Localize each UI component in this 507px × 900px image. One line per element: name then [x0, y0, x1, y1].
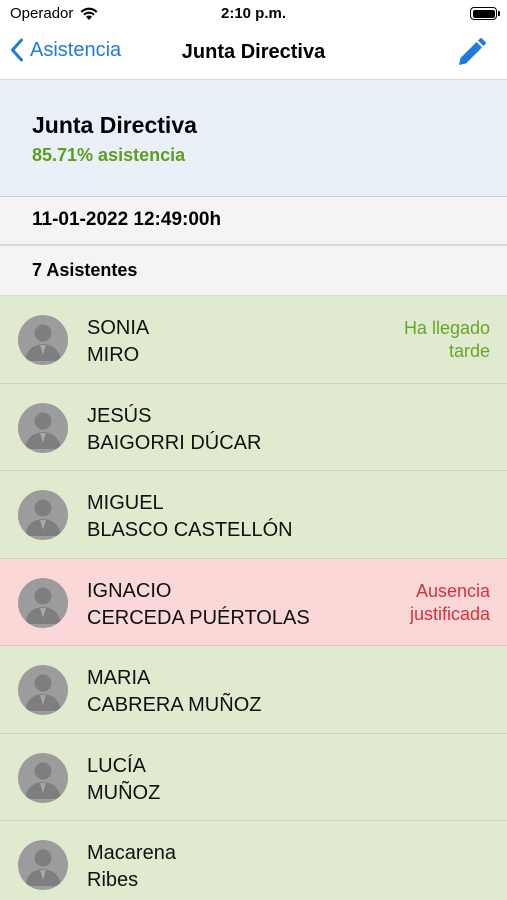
attendance-note-line: tarde — [448, 341, 490, 361]
avatar-placeholder-icon — [18, 752, 68, 803]
navigation-bar: Asistencia Junta Directiva — [0, 28, 507, 78]
status-bar: Operador 2:10 p.m. — [0, 0, 507, 28]
attendee-row[interactable]: Macarena Ribes — [0, 821, 507, 900]
attendee-name: Macarena Ribes — [87, 840, 176, 894]
attendance-note-line: justificada — [409, 603, 490, 624]
status-time: 2:10 p.m. — [220, 5, 287, 22]
attendee-last-name: BLASCO CASTELLÓN — [87, 519, 293, 541]
meeting-title: Junta Directiva — [32, 112, 197, 138]
meeting-datetime: 11-01-2022 12:49:00h — [0, 197, 507, 246]
attendee-row[interactable]: JESÚS BAIGORRI DÚCAR — [0, 383, 507, 471]
battery-icon — [470, 7, 500, 20]
attendee-first-name: IGNACIO — [87, 579, 172, 602]
attendee-first-name: MARIA — [87, 667, 151, 689]
attendee-row[interactable]: IGNACIO CERCEDA PUÉRTOLAS Ausencia justific… — [0, 558, 507, 646]
avatar-placeholder-icon — [18, 577, 68, 628]
attendee-first-name: Macarena — [87, 842, 176, 864]
attendee-last-name: BAIGORRI DÚCAR — [87, 431, 262, 454]
attendee-last-name: Ribes — [87, 869, 139, 891]
attendee-name: IGNACIO CERCEDA PUÉRTOLAS — [87, 578, 310, 632]
attendee-row[interactable]: SONIA MIRO Ha llegado tarde — [0, 296, 507, 384]
attendee-name: MARIA CABRERA MUÑOZ — [87, 665, 261, 719]
attendance-note: Ausencia justificada — [410, 580, 490, 626]
attendee-last-name: MIRO — [87, 344, 140, 366]
attendee-last-name: CABRERA MUÑOZ — [87, 694, 262, 716]
avatar-placeholder-icon — [18, 665, 68, 715]
attendee-first-name: JESÚS — [87, 404, 152, 427]
attendees-count: 7 Asistentes — [0, 246, 507, 296]
attendee-first-name: LUCÍA — [87, 754, 146, 777]
back-button[interactable]: Asistencia — [10, 38, 121, 62]
attendee-name: JESÚS BAIGORRI DÚCAR — [87, 403, 261, 457]
back-label: Asistencia — [30, 38, 122, 61]
attendee-first-name: SONIA — [87, 317, 150, 339]
attendee-name: SONIA MIRO — [87, 315, 149, 369]
edit-button[interactable] — [455, 37, 487, 69]
attendance-note-line: Ausencia — [415, 580, 490, 601]
attendee-list: SONIA MIRO Ha llegado tarde JESÚS BAIGORRI DÚ… — [0, 296, 507, 900]
attendance-note-line: Ha llegado — [403, 318, 490, 338]
avatar-placeholder-icon — [18, 402, 68, 453]
attendance-note: Ha llegado tarde — [404, 317, 490, 363]
chevron-left-icon — [11, 38, 23, 62]
attendee-row[interactable]: MIGUEL BLASCO CASTELLÓN — [0, 471, 507, 559]
attendance-percentage: 85.71% asistencia — [32, 145, 186, 165]
avatar-placeholder-icon — [18, 840, 68, 890]
meeting-summary: Junta Directiva 85.71% asistencia — [0, 79, 507, 197]
attendee-first-name: MIGUEL — [87, 492, 164, 514]
pencil-icon — [459, 38, 486, 65]
avatar-placeholder-icon — [18, 490, 68, 540]
avatar-placeholder-icon — [18, 315, 68, 365]
attendee-row[interactable]: LUCÍA MUÑOZ — [0, 733, 507, 821]
attendee-row[interactable]: MARIA CABRERA MUÑOZ — [0, 646, 507, 734]
attendee-last-name: MUÑOZ — [87, 781, 161, 804]
attendee-last-name: CERCEDA PUÉRTOLAS — [87, 606, 310, 629]
attendee-name: LUCÍA MUÑOZ — [87, 753, 160, 807]
attendee-name: MIGUEL BLASCO CASTELLÓN — [87, 490, 293, 544]
